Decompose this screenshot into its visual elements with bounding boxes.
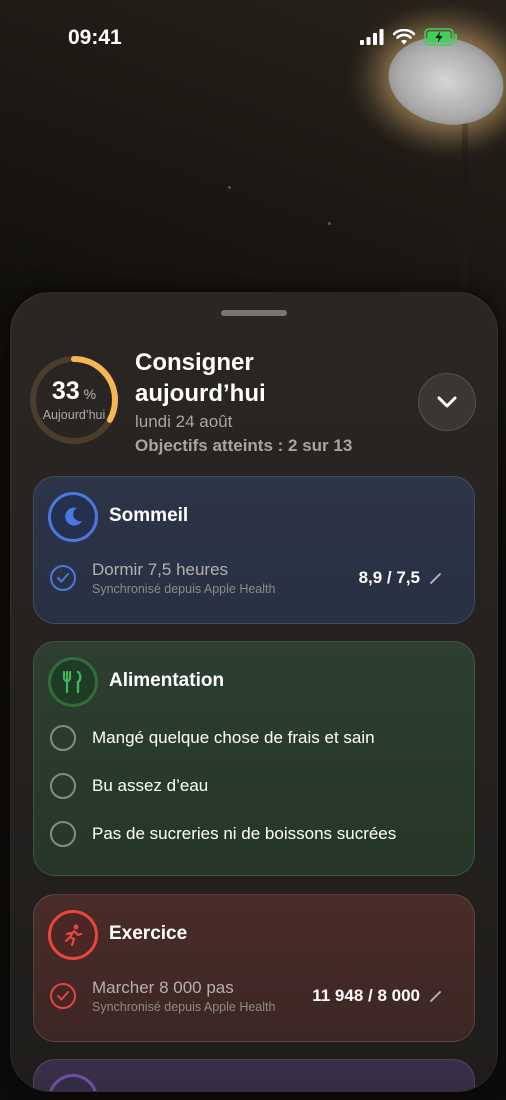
pencil-icon — [430, 572, 441, 584]
list-item-value[interactable]: 8,9 / 7,5 — [359, 568, 442, 588]
list-item-label: Marcher 8 000 pas — [92, 978, 234, 997]
log-sheet: 33% Aujourd’hui Consigner aujourd’hui lu… — [10, 292, 498, 1092]
signal-icon — [360, 29, 384, 45]
next-card — [33, 1059, 475, 1091]
value-text: 8,9 / 7,5 — [358, 568, 420, 587]
chevron-down-icon — [437, 396, 457, 408]
sleep-icon-badge — [48, 492, 98, 542]
lamp-arm — [462, 120, 468, 310]
progress-unit: % — [83, 386, 97, 402]
exercise-icon-badge — [48, 910, 98, 960]
checkbox-checked[interactable] — [50, 983, 76, 1009]
list-item[interactable]: Marcher 8 000 pas Synchronisé depuis App… — [50, 978, 458, 1014]
page-date: lundi 24 août — [135, 412, 233, 431]
page-title: Consigner aujourd’hui — [135, 349, 266, 407]
checkbox[interactable] — [50, 773, 76, 799]
food-icon-badge — [48, 657, 98, 707]
goals-summary: Objectifs atteints : 2 sur 13 — [135, 436, 353, 455]
food-card: Alimentation Mangé quelque chose de frai… — [33, 641, 475, 876]
checkbox[interactable] — [50, 725, 76, 751]
list-item-text: Dormir 7,5 heures Synchronisé depuis App… — [92, 560, 275, 596]
checkbox[interactable] — [50, 821, 76, 847]
sleep-title: Sommeil — [109, 505, 189, 526]
list-item-sub: Synchronisé depuis Apple Health — [92, 582, 276, 596]
battery-charging-icon — [424, 28, 457, 46]
progress-value: 33 — [51, 377, 80, 405]
next-icon-badge — [48, 1074, 98, 1091]
list-item[interactable]: Dormir 7,5 heures Synchronisé depuis App… — [50, 560, 458, 596]
fork-knife-icon — [62, 670, 82, 694]
food-title: Alimentation — [109, 670, 225, 691]
check-icon — [57, 573, 69, 583]
background-dot — [328, 222, 331, 225]
list-item-sub: Synchronisé depuis Apple Health — [92, 1000, 276, 1014]
exercise-title: Exercice — [109, 923, 188, 944]
collapse-button[interactable] — [418, 373, 476, 431]
list-item-text: Marcher 8 000 pas Synchronisé depuis App… — [92, 978, 275, 1014]
check-icon — [57, 991, 69, 1001]
status-bar: 09:41 — [0, 0, 506, 70]
list-item[interactable]: Pas de sucreries ni de boissons sucrées — [50, 817, 458, 851]
background-dot — [228, 186, 231, 189]
exercise-card: Exercice Marcher 8 000 pas Synchronisé d… — [33, 894, 475, 1042]
sheet-drag-handle[interactable] — [221, 310, 287, 316]
list-item[interactable]: Mangé quelque chose de frais et sain — [50, 721, 458, 755]
checkbox-checked[interactable] — [50, 565, 76, 591]
progress-sub: Aujourd’hui — [42, 408, 106, 422]
list-item-label: Pas de sucreries ni de boissons sucrées — [92, 824, 397, 843]
list-item-value[interactable]: 11 948 / 8 000 — [312, 986, 442, 1006]
sleep-card: Sommeil Dormir 7,5 heures Synchronisé de… — [33, 476, 475, 624]
list-item-label: Mangé quelque chose de frais et sain — [92, 728, 375, 747]
running-icon — [64, 924, 83, 947]
progress-label: 33% Aujourd’hui — [27, 377, 121, 422]
wifi-icon — [393, 29, 415, 45]
moon-icon — [65, 507, 82, 526]
pencil-icon — [430, 990, 441, 1002]
list-item-label: Dormir 7,5 heures — [92, 560, 229, 579]
list-item[interactable]: Bu assez d’eau — [50, 769, 458, 803]
status-icons — [360, 28, 458, 46]
status-time: 09:41 — [68, 26, 122, 49]
list-item-label: Bu assez d’eau — [92, 776, 209, 795]
value-text: 11 948 / 8 000 — [312, 986, 420, 1005]
